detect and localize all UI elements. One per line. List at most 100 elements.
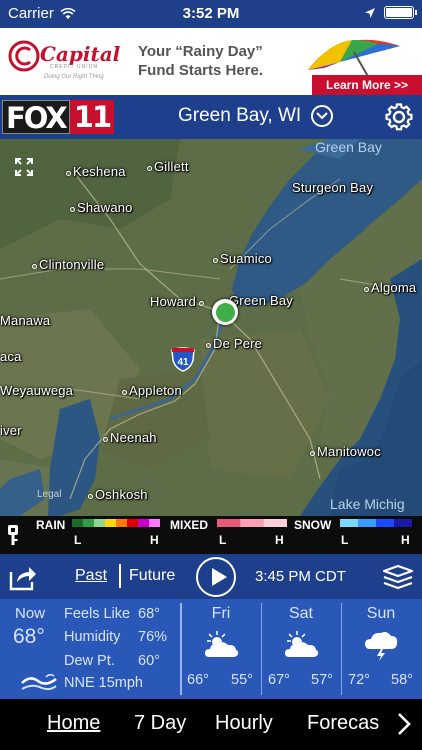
city-dot [310, 451, 315, 456]
forecast-high: 66° [187, 672, 209, 688]
ad-logo: Capital CREDIT UNION Doing Our Right Thi… [8, 38, 126, 84]
forecast-day[interactable]: Sun 72° 58° [341, 599, 421, 699]
snow-swatch [340, 519, 359, 527]
mixed-swatch [263, 519, 287, 527]
feels-like-row: Feels Like 68° [64, 606, 160, 622]
city-label: Gillett [147, 159, 189, 174]
legend-snow-bar [340, 519, 412, 527]
city-label: Howard [150, 294, 206, 309]
city-dot [147, 166, 152, 171]
radar-map[interactable]: Green Bay Lake Michig Keshena Gillett Sh… [0, 139, 422, 516]
future-toggle[interactable]: Future [129, 567, 175, 585]
city-label: aca [0, 349, 22, 364]
city-label: Sturgeon Bay [292, 180, 374, 195]
forecast-high: 72° [348, 672, 370, 688]
snow-swatch [358, 519, 377, 527]
forecast-day-name: Sun [366, 605, 396, 622]
key-icon [8, 525, 18, 545]
forecast-day[interactable]: Sat 67° 57° [261, 599, 341, 699]
current-temp: 68° [13, 625, 45, 648]
wind-value: NNE 15mph [64, 675, 143, 691]
toggle-divider [119, 564, 121, 588]
tab-scroller[interactable]: Home 7 Day Hourly Forecas [0, 699, 382, 750]
feels-like-value: 68° [138, 606, 160, 622]
city-label: iver [0, 423, 22, 438]
ad-brand: Capital [40, 42, 121, 66]
humidity-row: Humidity 76% [64, 629, 167, 645]
city-dot [88, 494, 93, 499]
now-label: Now [15, 605, 46, 622]
mixed-swatch [217, 519, 241, 527]
forecast-day[interactable]: Fri 66° 55° [181, 599, 261, 699]
chevron-right-icon[interactable] [396, 712, 412, 736]
radar-frame-time: 3:45 PM CDT [255, 568, 346, 585]
city-label: Oshkosh [88, 487, 148, 502]
location-selector[interactable]: Green Bay, WI [178, 105, 334, 127]
partly-cloudy-icon [285, 631, 319, 657]
legend-rain-label: RAIN [36, 518, 66, 532]
current-conditions[interactable]: Now 68° Feels Like 68° Humidity 76% Dew … [0, 599, 178, 699]
legend-rain-low: L [74, 533, 82, 547]
share-icon[interactable] [8, 563, 38, 591]
tab-hourly[interactable]: Hourly [215, 712, 273, 735]
bottom-tab-bar: Home 7 Day Hourly Forecas [0, 699, 422, 750]
wind-icon [21, 673, 57, 691]
city-label: Appleton [122, 383, 182, 398]
city-label: De Pere [206, 336, 262, 351]
ad-brand-tagline: Doing Our Right Thing [44, 74, 104, 80]
location-name: Green Bay, WI [178, 105, 302, 126]
city-label: Shawano [70, 200, 133, 215]
weather-panel[interactable]: Now 68° Feels Like 68° Humidity 76% Dew … [0, 599, 422, 699]
thunderstorm-icon [365, 632, 398, 661]
current-location-marker[interactable] [212, 299, 238, 325]
radar-legend: RAIN L H MIXED L H SNOW L H [0, 516, 422, 554]
city-label: Manitowoc [310, 444, 381, 459]
dew-point-label: Dew Pt. [64, 653, 115, 669]
legend-snow-high: H [401, 533, 410, 547]
city-label: Weyauwega [0, 383, 74, 398]
gear-icon[interactable] [384, 102, 414, 132]
tab-home[interactable]: Home [47, 712, 100, 735]
ad-learn-more-button[interactable]: Learn More >> [312, 75, 422, 95]
city-label: Neenah [103, 430, 157, 445]
legal-link[interactable]: Legal [37, 489, 61, 500]
humidity-value: 76% [138, 629, 168, 645]
play-button[interactable] [196, 557, 236, 597]
rain-swatch [83, 519, 95, 527]
city-dot [70, 207, 75, 212]
ad-brand-sub: CREDIT UNION [50, 64, 99, 70]
forecast-low: 55° [231, 672, 253, 688]
logo-fox-text: FOX [2, 100, 70, 135]
legend-snow-low: L [341, 533, 349, 547]
city-dot [122, 390, 127, 395]
tab-7-day[interactable]: 7 Day [134, 712, 186, 735]
app-header: FOX 11 Green Bay, WI [0, 95, 422, 139]
city-label: Green Bay [229, 293, 293, 308]
rain-swatch [149, 519, 160, 527]
rain-swatch [94, 519, 106, 527]
rain-swatch [127, 519, 139, 527]
city-label: Manawa [0, 313, 51, 328]
status-bar: Carrier 3:52 PM [0, 0, 422, 28]
wind-row: NNE 15mph [64, 675, 143, 691]
city-label: Keshena [66, 164, 126, 179]
layers-icon[interactable] [382, 564, 414, 590]
city-dot [213, 258, 218, 263]
legend-mixed-high: H [275, 533, 284, 547]
highway-shield-icon: 41 [171, 347, 195, 372]
capital-logo-icon [8, 40, 40, 72]
city-dot [66, 171, 71, 176]
ad-banner[interactable]: Capital CREDIT UNION Doing Our Right Thi… [0, 28, 422, 95]
dew-point-value: 60° [138, 653, 160, 669]
dew-point-row: Dew Pt. 60° [64, 653, 160, 669]
forecast-day-name: Sat [288, 605, 313, 622]
status-time: 3:52 PM [182, 5, 240, 22]
legend-rain-high: H [150, 533, 159, 547]
city-dot [199, 301, 204, 306]
legend-mixed-low: L [219, 533, 227, 547]
water-label: Lake Michig [330, 496, 405, 512]
expand-icon[interactable] [14, 157, 34, 177]
tab-forecast[interactable]: Forecas [307, 712, 379, 735]
past-toggle[interactable]: Past [75, 567, 107, 585]
snow-swatch [394, 519, 412, 527]
